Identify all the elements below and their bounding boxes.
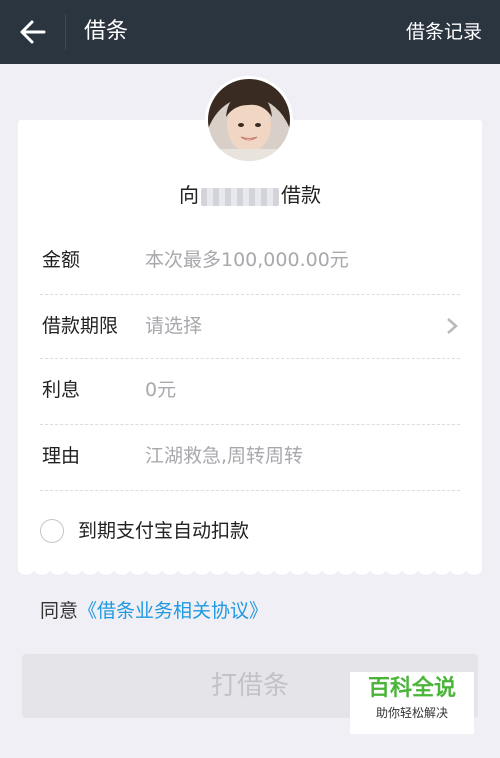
amount-label: 金额	[42, 249, 81, 271]
amount-row[interactable]: 金额 本次最多100,000.00元	[40, 228, 460, 292]
interest-input[interactable]: 0元	[145, 358, 176, 422]
reason-input[interactable]: 江湖救急,周转周转	[145, 424, 303, 488]
term-label: 借款期限	[42, 315, 119, 337]
watermark-subtitle: 助你轻松解决	[375, 706, 448, 720]
borrow-from-line: 向 借款	[0, 180, 500, 210]
borrow-prefix: 向	[179, 183, 199, 207]
interest-label: 利息	[42, 379, 81, 401]
nav-bar: 借条 借条记录	[0, 0, 500, 64]
agreement-line: 同意《借条业务相关协议》	[40, 595, 268, 627]
auto-pay-label[interactable]: 到期支付宝自动扣款	[78, 515, 249, 547]
divider	[40, 490, 460, 491]
amount-input[interactable]: 本次最多100,000.00元	[145, 228, 349, 292]
records-link[interactable]: 借条记录	[406, 18, 482, 46]
reason-row[interactable]: 理由 江湖救急,周转周转	[40, 424, 460, 488]
nav-divider	[65, 14, 66, 50]
page-title: 借条	[84, 19, 129, 44]
back-arrow-icon[interactable]	[18, 16, 48, 48]
agree-prefix: 同意	[40, 600, 79, 622]
avatar	[205, 76, 293, 164]
card-scalloped-edge	[18, 565, 482, 575]
term-select[interactable]: 请选择	[145, 294, 202, 358]
borrow-suffix: 借款	[281, 183, 321, 207]
chevron-right-icon	[446, 316, 458, 336]
watermark: 百科全说 助你轻松解决	[350, 672, 474, 734]
watermark-title: 百科全说	[367, 676, 456, 701]
blurred-name	[201, 187, 279, 206]
agreement-link[interactable]: 《借条业务相关协议》	[78, 600, 268, 622]
term-row[interactable]: 借款期限 请选择	[40, 294, 460, 358]
radio-unchecked-icon[interactable]	[40, 519, 64, 543]
interest-row[interactable]: 利息 0元	[40, 358, 460, 422]
reason-label: 理由	[42, 445, 81, 467]
